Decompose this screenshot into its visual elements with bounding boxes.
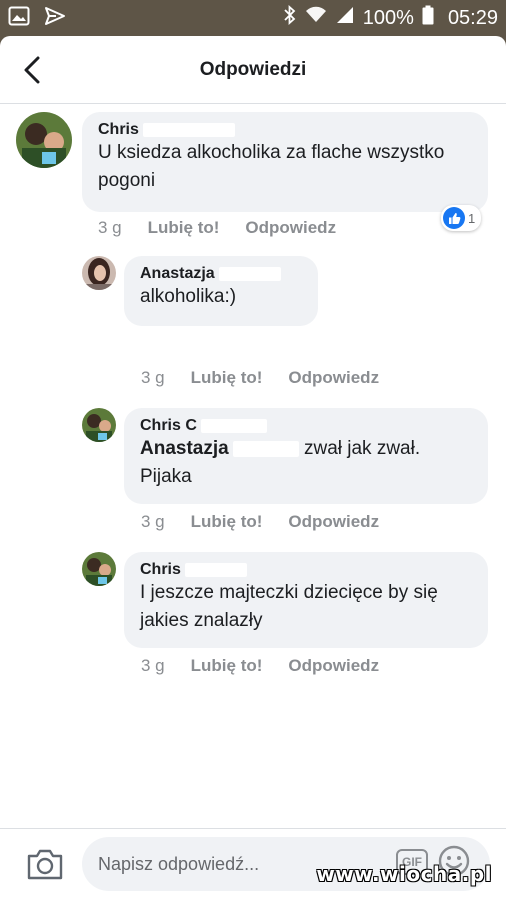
comment-text: Anastazja zwał jak zwał. Pijaka — [140, 438, 421, 487]
comment-actions: 3 g Lubię to! Odpowiedz — [141, 512, 379, 532]
comment-bubble[interactable]: Anastazja alkoholika:) — [124, 256, 318, 326]
comment-actions: 3 g Lubię to! Odpowiedz — [141, 656, 379, 676]
mention-link[interactable]: Anastazja — [140, 438, 229, 459]
avatar[interactable] — [82, 408, 116, 442]
watermark: www.wiocha.pl — [316, 862, 492, 886]
chevron-left-icon — [24, 56, 40, 84]
status-left-icons — [8, 6, 66, 31]
avatar[interactable] — [16, 112, 72, 168]
signal-icon — [335, 6, 355, 30]
comment-bubble[interactable]: Chris U ksiedza alkocholika za flache ws… — [82, 112, 488, 212]
reaction-count: 1 — [468, 210, 476, 226]
comment-author[interactable]: Anastazja — [140, 265, 302, 283]
comment-bubble[interactable]: Chris I jeszcze majteczki dziecięce by s… — [124, 552, 488, 648]
reply-button[interactable]: Odpowiedz — [288, 656, 379, 676]
send-icon — [44, 6, 66, 31]
wifi-icon — [305, 6, 327, 30]
comment-time: 3 g — [141, 368, 165, 387]
battery-icon — [422, 5, 434, 31]
camera-icon — [27, 849, 63, 880]
comment-author[interactable]: Chris C — [140, 417, 472, 435]
page-title: Odpowiedzi — [199, 58, 307, 80]
comment-actions: 3 g Lubię to! Odpowiedz — [141, 368, 379, 388]
avatar[interactable] — [82, 256, 116, 290]
like-reaction-icon — [443, 207, 465, 229]
camera-button[interactable] — [26, 847, 64, 881]
reaction-badge[interactable]: 1 — [441, 205, 482, 231]
replies-sheet: Odpowiedzi Chris U ksiedza alkocholika z… — [0, 36, 506, 900]
reply-button[interactable]: Odpowiedz — [288, 368, 379, 388]
reply-button[interactable]: Odpowiedz — [245, 218, 336, 238]
header: Odpowiedzi — [0, 36, 506, 104]
comment-bubble[interactable]: Chris C Anastazja zwał jak zwał. Pijaka — [124, 408, 488, 504]
like-button[interactable]: Lubię to! — [191, 656, 263, 676]
like-button[interactable]: Lubię to! — [191, 368, 263, 388]
bluetooth-icon — [283, 4, 297, 31]
avatar[interactable] — [82, 552, 116, 586]
like-button[interactable]: Lubię to! — [148, 218, 220, 238]
comment-time: 3 g — [141, 656, 165, 675]
back-button[interactable] — [14, 52, 50, 88]
comment-actions: 3 g Lubię to! Odpowiedz — [98, 218, 336, 238]
battery-percent: 100% — [362, 6, 414, 29]
gallery-icon — [8, 6, 30, 31]
clock: 05:29 — [447, 6, 498, 29]
comment-text: I jeszcze majteczki dziecięce by się jak… — [140, 582, 438, 631]
comment-author[interactable]: Chris — [140, 561, 472, 579]
comment-text: U ksiedza alkocholika za flache wszystko… — [98, 142, 445, 191]
reply-button[interactable]: Odpowiedz — [288, 512, 379, 532]
like-button[interactable]: Lubię to! — [191, 512, 263, 532]
comment-text: alkoholika:) — [140, 286, 237, 307]
status-bar: 100% 05:29 — [0, 0, 506, 36]
comment-time: 3 g — [141, 512, 165, 531]
comment-time: 3 g — [98, 218, 122, 237]
comment-author[interactable]: Chris — [98, 121, 472, 139]
